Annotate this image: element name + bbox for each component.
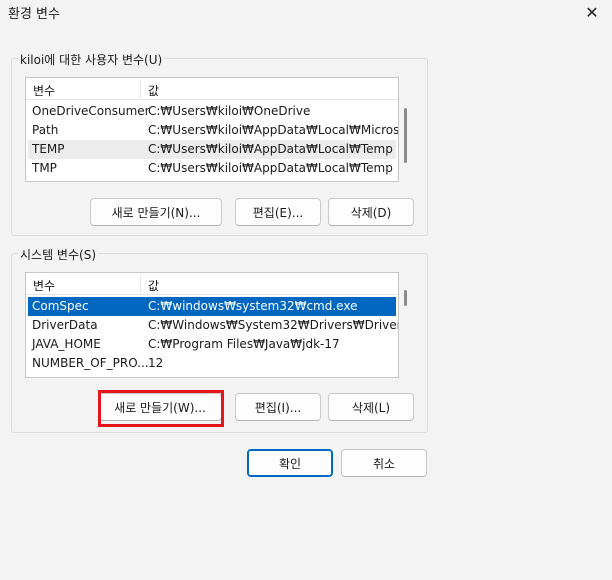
system-edit-button[interactable]: 편집(I)... — [235, 393, 321, 421]
col-header-value[interactable]: 값 — [148, 277, 159, 294]
var-name: JAVA_HOME — [32, 337, 101, 351]
cancel-button[interactable]: 취소 — [341, 449, 427, 477]
system-new-button[interactable]: 새로 만들기(W)... — [98, 393, 222, 421]
var-value: C:₩Windows₩System32₩Drivers₩DriverData — [148, 318, 398, 332]
system-vars-label: 시스템 변수(S) — [18, 246, 98, 263]
table-row[interactable]: NUMBER_OF_PRO... 12 — [28, 354, 396, 373]
var-value: C:₩Users₩kiloi₩AppData₩Local₩Temp — [148, 142, 393, 156]
user-vars-label: kiloi에 대한 사용자 변수(U) — [18, 51, 165, 68]
system-vars-list[interactable]: 변수 값 ComSpec C:₩windows₩system32₩cmd.exe… — [25, 272, 399, 378]
table-row[interactable]: OneDriveConsumer C:₩Users₩kiloi₩OneDrive — [28, 102, 396, 121]
table-row[interactable]: JAVA_HOME C:₩Program Files₩Java₩jdk-17 — [28, 335, 396, 354]
var-name: TMP — [32, 161, 57, 175]
table-row[interactable]: TEMP C:₩Users₩kiloi₩AppData₩Local₩Temp — [28, 140, 396, 159]
system-vars-scrollbar[interactable] — [404, 290, 407, 306]
ok-button[interactable]: 확인 — [247, 449, 333, 477]
table-row[interactable]: DriverData C:₩Windows₩System32₩Drivers₩D… — [28, 316, 398, 335]
var-value: 12 — [148, 356, 164, 370]
var-value: C:₩windows₩system32₩cmd.exe — [148, 299, 358, 313]
system-vars-header: 변수 값 — [26, 273, 398, 295]
header-divider — [140, 275, 141, 293]
var-value: C:₩Program Files₩Java₩jdk-17 — [148, 337, 340, 351]
var-value: C:₩Users₩kiloi₩AppData₩Local₩Temp — [148, 161, 393, 175]
var-name: Path — [32, 123, 59, 137]
header-divider — [140, 80, 141, 98]
user-new-button[interactable]: 새로 만들기(N)... — [90, 198, 222, 226]
col-header-value[interactable]: 값 — [148, 82, 159, 99]
user-delete-button[interactable]: 삭제(D) — [328, 198, 414, 226]
var-name: DriverData — [32, 318, 98, 332]
user-vars-header: 변수 값 — [26, 78, 398, 100]
user-vars-list[interactable]: 변수 값 OneDriveConsumer C:₩Users₩kiloi₩One… — [25, 77, 399, 182]
table-row[interactable]: ComSpec C:₩windows₩system32₩cmd.exe — [28, 297, 396, 316]
table-row[interactable]: TMP C:₩Users₩kiloi₩AppData₩Local₩Temp — [28, 159, 396, 178]
var-value: C:₩Users₩kiloi₩AppData₩Local₩Microsoft..… — [148, 123, 399, 137]
user-edit-button[interactable]: 편집(E)... — [235, 198, 321, 226]
user-vars-scrollbar[interactable] — [404, 108, 407, 163]
col-header-name[interactable]: 변수 — [33, 82, 55, 99]
col-header-name[interactable]: 변수 — [33, 277, 55, 294]
var-name: OneDriveConsumer — [32, 104, 150, 118]
window-title: 환경 변수 — [8, 7, 60, 22]
var-name: NUMBER_OF_PRO... — [32, 356, 149, 370]
var-value: C:₩Users₩kiloi₩OneDrive — [148, 104, 311, 118]
table-row[interactable]: Path C:₩Users₩kiloi₩AppData₩Local₩Micros… — [28, 121, 399, 140]
var-name: ComSpec — [32, 299, 89, 313]
close-icon[interactable]: ✕ — [578, 0, 606, 24]
var-name: TEMP — [32, 142, 65, 156]
system-delete-button[interactable]: 삭제(L) — [328, 393, 414, 421]
